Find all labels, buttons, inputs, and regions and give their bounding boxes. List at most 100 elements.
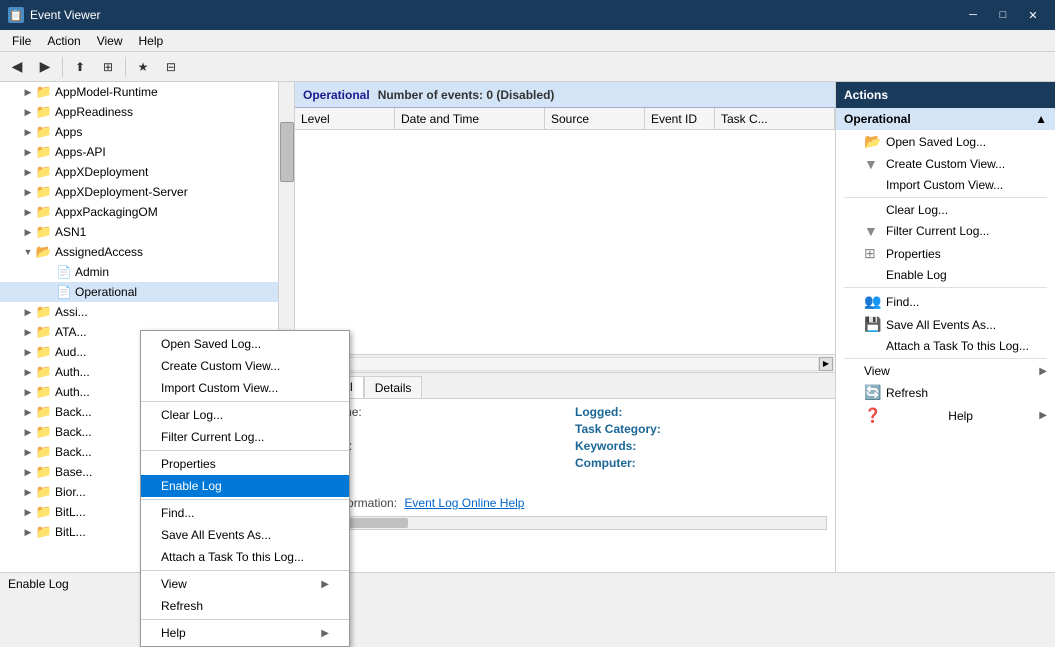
- extra-button[interactable]: ⊟: [158, 55, 184, 79]
- properties-button[interactable]: ⊞: [95, 55, 121, 79]
- menu-action[interactable]: Action: [39, 32, 88, 50]
- tree-item-assignedaccess[interactable]: ▼ 📂 AssignedAccess: [0, 242, 294, 262]
- expander-appreadiness[interactable]: ▶: [20, 104, 36, 120]
- tree-item-appreadiness[interactable]: ▶ 📁 AppReadiness: [0, 102, 294, 122]
- ctx-create-custom-view[interactable]: Create Custom View...: [141, 355, 349, 377]
- action-separator-1: [844, 197, 1047, 198]
- tree-scroll-thumb[interactable]: [280, 122, 294, 182]
- col-header-eventid[interactable]: Event ID: [645, 108, 715, 129]
- content-header: Operational Number of events: 0 (Disable…: [295, 82, 835, 108]
- expander-bitl2[interactable]: ▶: [20, 524, 36, 540]
- ctx-enable-log[interactable]: Enable Log: [141, 475, 349, 497]
- ctx-find[interactable]: Find...: [141, 502, 349, 524]
- minimize-button[interactable]: ─: [959, 5, 987, 25]
- detail-panel: ✕ General Details Log Name: Source:: [295, 372, 835, 572]
- expander-ata[interactable]: ▶: [20, 324, 36, 340]
- ctx-clear-log[interactable]: Clear Log...: [141, 404, 349, 426]
- expander-assi[interactable]: ▶: [20, 304, 36, 320]
- actions-section-header[interactable]: Operational ▲: [836, 108, 1055, 130]
- expander-appxpkgom[interactable]: ▶: [20, 204, 36, 220]
- h-scroll-track[interactable]: [311, 357, 819, 371]
- expander-aud[interactable]: ▶: [20, 344, 36, 360]
- close-button[interactable]: ✕: [1019, 5, 1047, 25]
- expander-appxdeployserver[interactable]: ▶: [20, 184, 36, 200]
- expander-asn1[interactable]: ▶: [20, 224, 36, 240]
- action-enable-log[interactable]: Enable Log: [836, 265, 1055, 285]
- ctx-view[interactable]: View ▶: [141, 573, 349, 595]
- tree-item-appmodel[interactable]: ▶ 📁 AppModel-Runtime: [0, 82, 294, 102]
- tree-item-appxpkgom[interactable]: ▶ 📁 AppxPackagingOM: [0, 202, 294, 222]
- ctx-properties[interactable]: Properties: [141, 453, 349, 475]
- folder-icon-assi: 📁: [36, 304, 52, 320]
- tree-item-appxdeploy[interactable]: ▶ 📁 AppXDeployment: [0, 162, 294, 182]
- expander-back2[interactable]: ▶: [20, 424, 36, 440]
- ctx-import-custom-view[interactable]: Import Custom View...: [141, 377, 349, 399]
- action-properties[interactable]: ⊞ Properties: [836, 242, 1055, 265]
- action-label-attach-task: Attach a Task To this Log...: [886, 339, 1029, 353]
- expander-bior[interactable]: ▶: [20, 484, 36, 500]
- tree-label-operational: Operational: [75, 285, 137, 299]
- folder-icon-appxpkgom: 📁: [36, 204, 52, 220]
- action-view[interactable]: View ▶: [836, 361, 1055, 381]
- content-subtitle: Number of events: 0 (Disabled): [378, 88, 555, 102]
- event-log-help-link[interactable]: Event Log Online Help: [404, 496, 524, 510]
- action-refresh[interactable]: 🔄 Refresh: [836, 381, 1055, 404]
- expander-appmodel[interactable]: ▶: [20, 84, 36, 100]
- tree-item-asn1[interactable]: ▶ 📁 ASN1: [0, 222, 294, 242]
- h-scroll-right-btn[interactable]: ▶: [819, 357, 833, 371]
- menu-file[interactable]: File: [4, 32, 39, 50]
- tree-item-apps[interactable]: ▶ 📁 Apps: [0, 122, 294, 142]
- action-find[interactable]: 👥 Find...: [836, 290, 1055, 313]
- action-filter-current-log[interactable]: ▼ Filter Current Log...: [836, 220, 1055, 242]
- expander-appxdeploy[interactable]: ▶: [20, 164, 36, 180]
- ctx-save-all-events[interactable]: Save All Events As...: [141, 524, 349, 546]
- action-create-custom-view[interactable]: ▼ Create Custom View...: [836, 153, 1055, 175]
- maximize-button[interactable]: □: [989, 5, 1017, 25]
- ctx-attach-task[interactable]: Attach a Task To this Log...: [141, 546, 349, 568]
- action-save-all-events[interactable]: 💾 Save All Events As...: [836, 313, 1055, 336]
- col-header-level[interactable]: Level: [295, 108, 395, 129]
- ctx-sep-1: [141, 401, 349, 402]
- tree-item-admin[interactable]: 📄 Admin: [0, 262, 294, 282]
- action-open-saved-log[interactable]: 📂 Open Saved Log...: [836, 130, 1055, 153]
- tree-label-back1: Back...: [55, 405, 92, 419]
- forward-button[interactable]: ▶: [32, 55, 58, 79]
- tree-item-operational[interactable]: 📄 Operational: [0, 282, 294, 302]
- expander-base[interactable]: ▶: [20, 464, 36, 480]
- tab-details[interactable]: Details: [364, 376, 423, 398]
- col-header-taskcat[interactable]: Task C...: [715, 108, 835, 129]
- tree-item-appxdeployserver[interactable]: ▶ 📁 AppXDeployment-Server: [0, 182, 294, 202]
- action-separator-2: [844, 287, 1047, 288]
- up-button[interactable]: ⬆: [67, 55, 93, 79]
- expander-assignedaccess[interactable]: ▼: [20, 244, 36, 260]
- content-body[interactable]: [295, 130, 835, 354]
- col-header-datetime[interactable]: Date and Time: [395, 108, 545, 129]
- back-button[interactable]: ◀: [4, 55, 30, 79]
- expander-appsapi[interactable]: ▶: [20, 144, 36, 160]
- action-import-custom-view[interactable]: Import Custom View...: [836, 175, 1055, 195]
- ctx-help[interactable]: Help ▶: [141, 622, 349, 644]
- open-log-icon: 📂: [864, 133, 882, 150]
- table-header: Level Date and Time Source Event ID Task…: [295, 108, 835, 130]
- expander-auth1[interactable]: ▶: [20, 364, 36, 380]
- menu-view[interactable]: View: [89, 32, 131, 50]
- action-attach-task[interactable]: Attach a Task To this Log...: [836, 336, 1055, 356]
- tree-item-appsapi[interactable]: ▶ 📁 Apps-API: [0, 142, 294, 162]
- ctx-refresh[interactable]: Refresh: [141, 595, 349, 617]
- expander-auth2[interactable]: ▶: [20, 384, 36, 400]
- col-header-source[interactable]: Source: [545, 108, 645, 129]
- expander-bitl1[interactable]: ▶: [20, 504, 36, 520]
- help-button[interactable]: ★: [130, 55, 156, 79]
- actions-panel: Actions Operational ▲ 📂 Open Saved Log..…: [835, 82, 1055, 572]
- expander-apps[interactable]: ▶: [20, 124, 36, 140]
- action-clear-log[interactable]: Clear Log...: [836, 200, 1055, 220]
- action-help[interactable]: ❓ Help ▶: [836, 404, 1055, 427]
- expander-back3[interactable]: ▶: [20, 444, 36, 460]
- ctx-open-saved-log[interactable]: Open Saved Log...: [141, 333, 349, 355]
- ctx-filter-current-log[interactable]: Filter Current Log...: [141, 426, 349, 448]
- folder-icon-back3: 📁: [36, 444, 52, 460]
- expander-back1[interactable]: ▶: [20, 404, 36, 420]
- tree-item-assi[interactable]: ▶ 📁 Assi...: [0, 302, 294, 322]
- menu-help[interactable]: Help: [131, 32, 172, 50]
- h-scrollbar[interactable]: ◀ ▶: [295, 354, 835, 372]
